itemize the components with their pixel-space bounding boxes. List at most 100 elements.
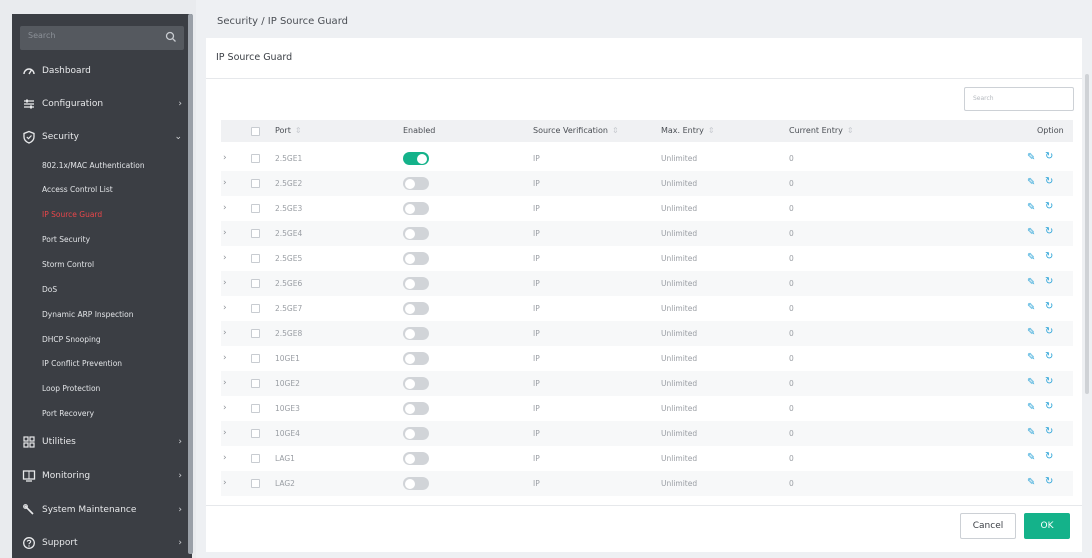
sidebar-item-configuration[interactable]: Configuration › [12,92,192,116]
edit-icon[interactable]: ✎ [1027,452,1035,463]
edit-icon[interactable]: ✎ [1027,302,1035,313]
chevron-right-icon[interactable]: › [223,328,227,338]
table-row[interactable]: › LAG1 IP Unlimited 0 ✎ ↻ [221,446,1073,471]
edit-icon[interactable]: ✎ [1027,327,1035,338]
sidebar-item-security[interactable]: Security ⌄ [12,125,192,149]
sidebar-sub-storm-control[interactable]: Storm Control [12,252,192,276]
sidebar-sub-access-control-list[interactable]: Access Control List [12,177,192,201]
column-header-port[interactable]: Port ⇕ [275,126,302,135]
row-checkbox[interactable] [251,354,260,363]
refresh-icon[interactable]: ↻ [1045,151,1053,162]
enabled-toggle[interactable] [403,377,429,390]
refresh-icon[interactable]: ↻ [1045,176,1053,187]
refresh-icon[interactable]: ↻ [1045,301,1053,312]
row-checkbox[interactable] [251,279,260,288]
row-checkbox[interactable] [251,254,260,263]
sort-icon[interactable]: ⇕ [295,126,302,135]
chevron-right-icon[interactable]: › [223,253,227,263]
edit-icon[interactable]: ✎ [1027,277,1035,288]
chevron-right-icon[interactable]: › [223,428,227,438]
enabled-toggle[interactable] [403,477,429,490]
sort-icon[interactable]: ⇕ [612,126,619,135]
row-checkbox[interactable] [251,154,260,163]
edit-icon[interactable]: ✎ [1027,252,1035,263]
refresh-icon[interactable]: ↻ [1045,451,1053,462]
chevron-right-icon[interactable]: › [223,453,227,463]
table-search-input[interactable]: Search [964,87,1074,111]
sidebar-sub-port-recovery[interactable]: Port Recovery [12,401,192,425]
ok-button[interactable]: OK [1024,513,1070,539]
refresh-icon[interactable]: ↻ [1045,226,1053,237]
table-row[interactable]: › 2.5GE2 IP Unlimited 0 ✎ ↻ [221,171,1073,196]
column-header-current-entry[interactable]: Current Entry ⇕ [789,126,854,135]
edit-icon[interactable]: ✎ [1027,402,1035,413]
refresh-icon[interactable]: ↻ [1045,276,1053,287]
sidebar-sub-dhcp-snooping[interactable]: DHCP Snooping [12,327,192,351]
sidebar-sub-ip-conflict-prevention[interactable]: IP Conflict Prevention [12,351,192,375]
sidebar-sub-dynamic-arp-inspection[interactable]: Dynamic ARP Inspection [12,302,192,326]
sidebar-item-monitoring[interactable]: Monitoring › [12,464,192,488]
sidebar-sub-dos[interactable]: DoS [12,277,192,301]
edit-icon[interactable]: ✎ [1027,427,1035,438]
edit-icon[interactable]: ✎ [1027,352,1035,363]
refresh-icon[interactable]: ↻ [1045,401,1053,412]
sidebar-sub-8021x-mac-auth[interactable]: 802.1x/MAC Authentication [12,153,192,177]
chevron-right-icon[interactable]: › [223,228,227,238]
edit-icon[interactable]: ✎ [1027,477,1035,488]
chevron-right-icon[interactable]: › [223,403,227,413]
chevron-right-icon[interactable]: › [223,378,227,388]
edit-icon[interactable]: ✎ [1027,202,1035,213]
sidebar-item-system-maintenance[interactable]: System Maintenance › [12,498,192,522]
sidebar-item-support[interactable]: Support › [12,531,192,555]
refresh-icon[interactable]: ↻ [1045,201,1053,212]
table-row[interactable]: › 2.5GE5 IP Unlimited 0 ✎ ↻ [221,246,1073,271]
enabled-toggle[interactable] [403,252,429,265]
edit-icon[interactable]: ✎ [1027,177,1035,188]
refresh-icon[interactable]: ↻ [1045,376,1053,387]
row-checkbox[interactable] [251,429,260,438]
edit-icon[interactable]: ✎ [1027,152,1035,163]
row-checkbox[interactable] [251,304,260,313]
row-checkbox[interactable] [251,454,260,463]
enabled-toggle[interactable] [403,402,429,415]
table-row[interactable]: › 10GE4 IP Unlimited 0 ✎ ↻ [221,421,1073,446]
refresh-icon[interactable]: ↻ [1045,326,1053,337]
select-all-checkbox[interactable] [251,127,260,136]
row-checkbox[interactable] [251,329,260,338]
enabled-toggle[interactable] [403,427,429,440]
chevron-right-icon[interactable]: › [223,178,227,188]
row-checkbox[interactable] [251,179,260,188]
cancel-button[interactable]: Cancel [960,513,1016,539]
chevron-right-icon[interactable]: › [223,478,227,488]
chevron-right-icon[interactable]: › [223,353,227,363]
enabled-toggle[interactable] [403,227,429,240]
column-header-source-verification[interactable]: Source Verification ⇕ [533,126,619,135]
sidebar-sub-loop-protection[interactable]: Loop Protection [12,376,192,400]
table-row[interactable]: › 10GE1 IP Unlimited 0 ✎ ↻ [221,346,1073,371]
enabled-toggle[interactable] [403,152,429,165]
enabled-toggle[interactable] [403,302,429,315]
chevron-right-icon[interactable]: › [223,278,227,288]
refresh-icon[interactable]: ↻ [1045,426,1053,437]
table-row[interactable]: › 10GE3 IP Unlimited 0 ✎ ↻ [221,396,1073,421]
sidebar-sub-ip-source-guard[interactable]: IP Source Guard [12,202,192,226]
enabled-toggle[interactable] [403,177,429,190]
chevron-right-icon[interactable]: › [223,303,227,313]
edit-icon[interactable]: ✎ [1027,377,1035,388]
enabled-toggle[interactable] [403,202,429,215]
refresh-icon[interactable]: ↻ [1045,351,1053,362]
table-row[interactable]: › 2.5GE1 IP Unlimited 0 ✎ ↻ [221,146,1073,171]
sidebar-scrollbar[interactable] [188,14,193,554]
chevron-right-icon[interactable]: › [223,153,227,163]
enabled-toggle[interactable] [403,277,429,290]
column-header-max-entry[interactable]: Max. Entry ⇕ [661,126,715,135]
row-checkbox[interactable] [251,379,260,388]
chevron-right-icon[interactable]: › [223,203,227,213]
sidebar-search-input[interactable]: Search [20,26,184,50]
row-checkbox[interactable] [251,229,260,238]
table-row[interactable]: › 2.5GE3 IP Unlimited 0 ✎ ↻ [221,196,1073,221]
sidebar-item-dashboard[interactable]: Dashboard [12,59,192,83]
row-checkbox[interactable] [251,404,260,413]
enabled-toggle[interactable] [403,327,429,340]
enabled-toggle[interactable] [403,352,429,365]
